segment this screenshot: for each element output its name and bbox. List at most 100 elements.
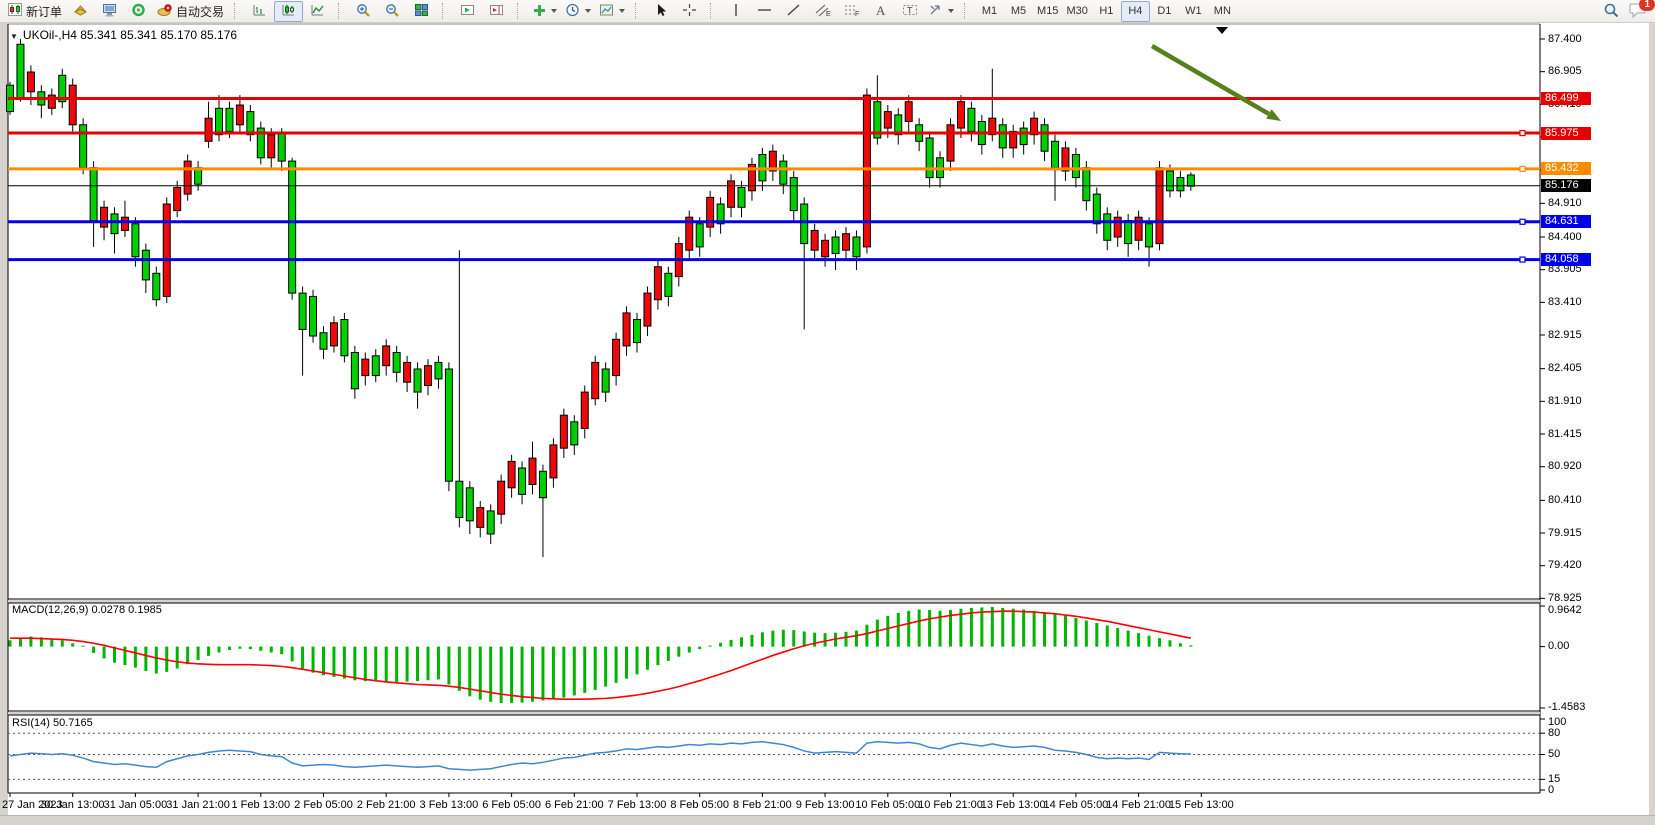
crosshair-icon <box>682 3 697 20</box>
timeframe-label: D1 <box>1157 5 1171 17</box>
toolbar-zoom-out-button[interactable] <box>378 1 407 22</box>
toolbar-chart-shift-button[interactable] <box>482 1 511 22</box>
candlestick-icon <box>281 3 296 20</box>
toolbar-terminal-button[interactable] <box>95 1 124 22</box>
timeframe-m15-button[interactable]: M15 <box>1033 1 1062 22</box>
autotrade-icon <box>157 3 173 20</box>
toolbar-crosshair-button[interactable] <box>675 1 704 22</box>
timeframe-m30-button[interactable]: M30 <box>1062 1 1091 22</box>
history-center-icon <box>73 3 88 20</box>
toolbar-horizontal-line-button[interactable] <box>750 1 779 22</box>
templates-icon <box>599 3 614 20</box>
toolbar-separator <box>234 3 241 19</box>
toolbar-arrows-button[interactable] <box>924 1 958 22</box>
label-icon: T <box>902 3 918 20</box>
toolbar-separator <box>710 3 717 19</box>
macd-values: 0.0278 0.1985 <box>91 604 161 616</box>
symbol-ohlc-text: UKOil-,H4 85.341 85.341 85.170 85.176 <box>23 28 237 42</box>
text-icon: A <box>874 3 887 20</box>
toolbar-separator <box>442 3 449 19</box>
toolbar-new-order-button[interactable]: 新订单 <box>4 1 66 22</box>
timeframe-label: W1 <box>1185 5 1202 17</box>
toolbar-bar-chart-mode-button[interactable] <box>245 1 274 22</box>
vline-icon <box>730 3 742 20</box>
timeframe-d1-button[interactable]: D1 <box>1150 1 1179 22</box>
toolbar-indicators-button[interactable] <box>528 1 561 22</box>
chevron-down-icon[interactable]: ▼ <box>10 32 18 41</box>
toolbar-strategy-tester-button[interactable] <box>124 1 153 22</box>
svg-text:T: T <box>907 5 913 15</box>
notification-badge: 1 <box>1639 0 1655 11</box>
toolbar-line-chart-mode-button[interactable] <box>303 1 332 22</box>
svg-text:E: E <box>826 11 831 17</box>
line-chart-icon <box>310 3 325 20</box>
toolbar-auto-scroll-button[interactable] <box>453 1 482 22</box>
chevron-down-icon <box>619 9 625 13</box>
mt4-window: 新订单 自动交易 E F A T M1 M5 M15 M30 H1 H4 D1 W1 MN 1 ▼ UKOil-… <box>0 0 1655 825</box>
toolbar-auto-trading-button[interactable]: 自动交易 <box>153 1 228 22</box>
periods-icon <box>565 3 580 20</box>
toolbar-text-button[interactable]: A <box>866 1 895 22</box>
timeframe-h4-button[interactable]: H4 <box>1121 1 1150 22</box>
toolbar-periods-button[interactable] <box>561 1 595 22</box>
timeframe-w1-button[interactable]: W1 <box>1179 1 1208 22</box>
zoom-in-icon <box>356 3 371 20</box>
timeframe-label: M1 <box>982 5 997 17</box>
timeframe-label: MN <box>1214 5 1231 17</box>
toolbar-separator <box>517 3 524 19</box>
notifications-button[interactable]: 1 <box>1629 2 1647 23</box>
cursor-icon <box>654 3 668 20</box>
fibo-icon: F <box>844 3 860 20</box>
svg-text:F: F <box>855 11 859 17</box>
toolbar-fibonacci-button[interactable]: F <box>837 1 866 22</box>
toolbar-trendline-button[interactable] <box>779 1 808 22</box>
toolbar-history-center-button[interactable] <box>66 1 95 22</box>
timeframe-label: H1 <box>1099 5 1113 17</box>
toolbar-templates-button[interactable] <box>595 1 629 22</box>
timeframe-m1-button[interactable]: M1 <box>975 1 1004 22</box>
zoom-out-icon <box>385 3 400 20</box>
toolbar-auto-trading-label: 自动交易 <box>176 3 224 20</box>
toolbar-separator <box>635 3 642 19</box>
toolbar: 新订单 自动交易 E F A T M1 M5 M15 M30 H1 H4 D1 W1 MN 1 <box>0 0 1655 23</box>
timeframe-mn-button[interactable]: MN <box>1208 1 1237 22</box>
timeframe-m5-button[interactable]: M5 <box>1004 1 1033 22</box>
chart-canvas[interactable] <box>0 0 1655 825</box>
chart-title-line: ▼ UKOil-,H4 85.341 85.341 85.170 85.176 <box>10 28 237 42</box>
chevron-down-icon <box>948 9 954 13</box>
trendline-icon <box>786 3 801 20</box>
chart-shift-marker <box>1216 27 1228 34</box>
timeframe-label: M30 <box>1066 5 1087 17</box>
terminal-icon <box>102 3 117 20</box>
timeframe-label: M15 <box>1037 5 1058 17</box>
add-indicator-icon <box>532 3 546 20</box>
shapes-icon <box>928 3 943 20</box>
timeframe-label: H4 <box>1128 5 1142 17</box>
toolbar-separator <box>964 3 971 19</box>
search-icon[interactable] <box>1603 2 1619 23</box>
toolbar-equidistant-channel-button[interactable]: E <box>808 1 837 22</box>
hline-icon <box>757 3 772 20</box>
toolbar-vertical-line-button[interactable] <box>721 1 750 22</box>
macd-panel-label: MACD(12,26,9) 0.0278 0.1985 <box>12 604 162 616</box>
toolbar-tile-windows-button[interactable] <box>407 1 436 22</box>
toolbar-cursor-button[interactable] <box>646 1 675 22</box>
chevron-down-icon <box>585 9 591 13</box>
rsi-value: 50.7165 <box>53 717 93 729</box>
tile-windows-icon <box>414 3 429 20</box>
svg-text:A: A <box>876 3 886 17</box>
channel-icon: E <box>815 3 831 20</box>
chart-shift-icon <box>489 3 504 20</box>
timeframe-h1-button[interactable]: H1 <box>1092 1 1121 22</box>
toolbar-text-label-button[interactable]: T <box>895 1 924 22</box>
bar-chart-icon <box>252 3 267 20</box>
new-order-icon <box>8 3 23 20</box>
toolbar-candlestick-mode-button[interactable] <box>274 1 303 22</box>
rsi-panel-label: RSI(14) 50.7165 <box>12 717 93 729</box>
toolbar-separator <box>338 3 345 19</box>
chevron-down-icon <box>551 9 557 13</box>
auto-scroll-icon <box>460 3 475 20</box>
toolbar-zoom-in-button[interactable] <box>349 1 378 22</box>
toolbar-new-order-label: 新订单 <box>26 3 62 20</box>
strategy-tester-icon <box>131 3 146 20</box>
